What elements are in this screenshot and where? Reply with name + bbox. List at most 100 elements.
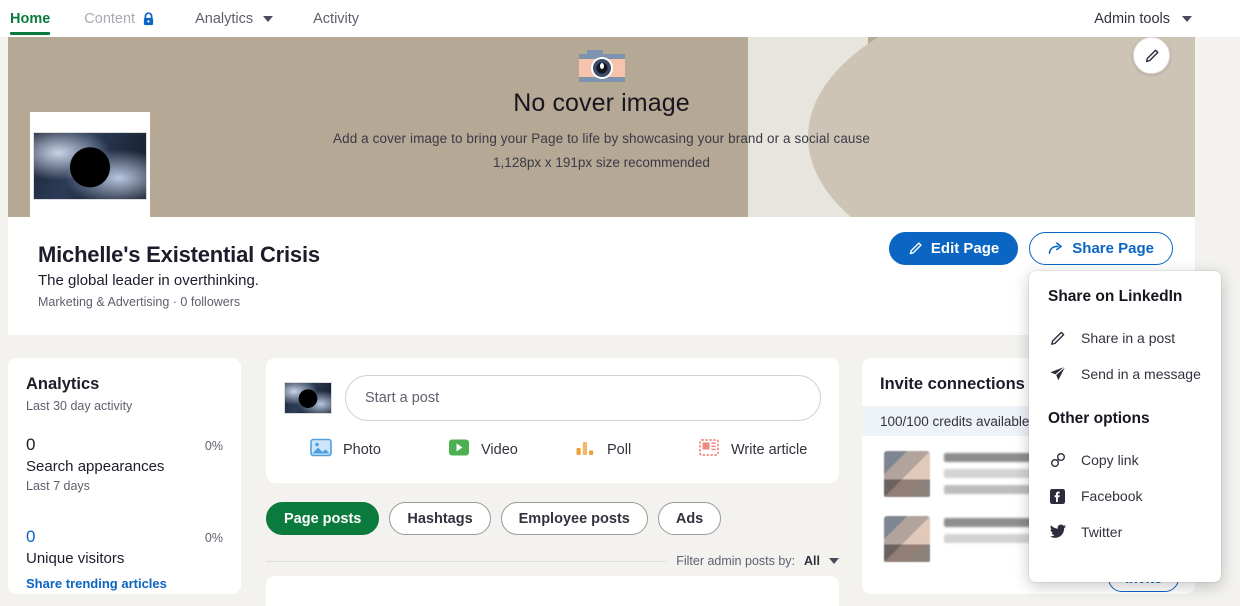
stat-value: 0 [26, 527, 36, 546]
article-icon [698, 438, 720, 461]
nav-tab-analytics-label: Analytics [195, 10, 254, 27]
nav-tab-activity[interactable]: Activity [313, 0, 381, 37]
feed-filter-chips: Page posts Hashtags Employee posts Ads [266, 502, 839, 535]
nav-tab-activity-label: Activity [313, 10, 360, 27]
composer-action-label: Video [481, 441, 518, 458]
top-navigation-bar: Home Content Analytics Activity Admin to… [0, 0, 1240, 37]
filter-chip-label: Employee posts [518, 510, 630, 527]
nav-tab-analytics[interactable]: Analytics [195, 0, 295, 37]
post-composer-card: Start a post Photo Video Poll Write arti… [266, 358, 839, 483]
share-menu-item-twitter[interactable]: Twitter [1029, 514, 1221, 550]
stat-percent: 0% [204, 439, 223, 453]
stat-label: Unique visitors [26, 550, 125, 567]
link-icon [1048, 451, 1067, 470]
poll-icon [574, 438, 596, 461]
filter-chip-page-posts[interactable]: Page posts [266, 502, 380, 535]
start-a-post-placeholder: Start a post [365, 390, 440, 406]
twitter-icon [1048, 523, 1067, 542]
share-menu-item-label: Facebook [1081, 488, 1143, 504]
photo-icon [310, 438, 332, 461]
share-page-label: Share Page [1072, 240, 1154, 257]
share-menu-item-label: Share in a post [1081, 330, 1176, 346]
nav-tab-content-label: Content [84, 10, 136, 27]
share-menu-section-other: Other options [1048, 410, 1150, 427]
chevron-down-icon [1182, 15, 1192, 22]
stat-label: Search appearances [26, 458, 165, 475]
filter-chip-hashtags[interactable]: Hashtags [389, 502, 491, 535]
start-a-post-input[interactable]: Start a post [345, 375, 821, 421]
filter-chip-ads[interactable]: Ads [657, 502, 722, 535]
share-menu-item-label: Send in a message [1081, 366, 1201, 382]
stat-percent: 0% [204, 531, 223, 545]
edit-cover-button[interactable] [1133, 37, 1170, 74]
nav-tab-home-label: Home [10, 10, 51, 27]
divider [266, 560, 668, 562]
page-header-actions: Edit Page Share Page [888, 232, 1173, 265]
composer-avatar [284, 382, 332, 414]
composer-action-write-article[interactable]: Write article [698, 438, 807, 461]
composer-action-label: Poll [607, 441, 632, 458]
filter-admin-posts-label: Filter admin posts by: [676, 554, 796, 568]
analytics-title: Analytics [26, 375, 100, 393]
analytics-stat-unique-visitors: 0 0% [26, 527, 223, 547]
video-icon [448, 438, 470, 461]
camera-icon [577, 47, 627, 85]
nav-tab-content[interactable]: Content [84, 0, 177, 37]
share-menu-item-copy-link[interactable]: Copy link [1029, 442, 1221, 478]
avatar [884, 516, 930, 562]
share-menu-item-share-in-a-post[interactable]: Share in a post [1029, 320, 1221, 356]
pencil-icon [1048, 329, 1067, 348]
filter-chip-label: Page posts [284, 510, 362, 527]
page-header-card: Michelle's Existential Crisis The global… [8, 112, 1195, 335]
analytics-stat-search-appearances: 0 0% [26, 435, 223, 455]
page-meta: Marketing & Advertising · 0 followers [38, 295, 241, 309]
page-tagline: The global leader in overthinking. [38, 272, 259, 289]
analytics-subtitle: Last 30 day activity [26, 399, 133, 413]
facebook-icon [1048, 487, 1067, 506]
stat-value: 0 [26, 435, 36, 454]
avatar[interactable] [30, 112, 150, 220]
avatar [884, 451, 930, 497]
analytics-card: Analytics Last 30 day activity 0 0% Sear… [8, 358, 241, 594]
filter-admin-posts-value[interactable]: All [804, 554, 820, 568]
cover-subtitle: Add a cover image to bring your Page to … [333, 131, 870, 146]
composer-action-label: Photo [343, 441, 381, 458]
composer-actions: Photo Video Poll Write article [284, 438, 821, 461]
share-menu-item-label: Twitter [1081, 524, 1123, 540]
chevron-down-icon [263, 15, 274, 22]
admin-tools-menu[interactable]: Admin tools [1094, 11, 1240, 27]
avatar-image [33, 132, 147, 200]
cover-empty-state: No cover image Add a cover image to brin… [8, 37, 1195, 217]
composer-row: Start a post [284, 375, 821, 421]
stat-note: Last 7 days [26, 479, 90, 493]
share-menu-item-send-in-a-message[interactable]: Send in a message [1029, 356, 1221, 392]
filter-chip-label: Hashtags [407, 510, 473, 527]
composer-action-photo[interactable]: Photo [310, 438, 448, 461]
pencil-icon [1145, 49, 1158, 62]
nav-tab-home[interactable]: Home [10, 0, 51, 37]
filter-chip-label: Ads [675, 510, 704, 527]
paper-plane-icon [1048, 365, 1067, 384]
edit-page-button[interactable]: Edit Page [888, 232, 1019, 265]
share-page-button[interactable]: Share Page [1029, 232, 1173, 265]
share-menu-item-facebook[interactable]: Facebook [1029, 478, 1221, 514]
lock-icon [142, 11, 155, 26]
filter-chip-employee-posts[interactable]: Employee posts [500, 502, 648, 535]
composer-action-label: Write article [731, 441, 808, 458]
share-arrow-icon [1048, 242, 1063, 254]
page-title: Michelle's Existential Crisis [38, 242, 320, 267]
edit-page-label: Edit Page [930, 240, 1000, 257]
share-menu-section-linkedin: Share on LinkedIn [1048, 288, 1183, 305]
share-dropdown-menu: Share on LinkedIn Share in a post Send i… [1029, 271, 1221, 582]
pencil-icon [909, 242, 922, 255]
nav-items: Home Content Analytics Activity [0, 0, 399, 37]
composer-action-video[interactable]: Video [448, 438, 574, 461]
composer-action-poll[interactable]: Poll [574, 438, 698, 461]
share-trending-articles-link[interactable]: Share trending articles [26, 576, 223, 591]
chevron-down-icon[interactable] [829, 558, 839, 564]
cover-size-hint: 1,128px x 191px size recommended [493, 155, 710, 170]
share-menu-item-label: Copy link [1081, 452, 1139, 468]
admin-tools-label: Admin tools [1094, 10, 1170, 27]
filter-admin-posts-bar: Filter admin posts by: All [266, 554, 839, 568]
cover-image-placeholder[interactable]: No cover image Add a cover image to brin… [8, 37, 1195, 217]
